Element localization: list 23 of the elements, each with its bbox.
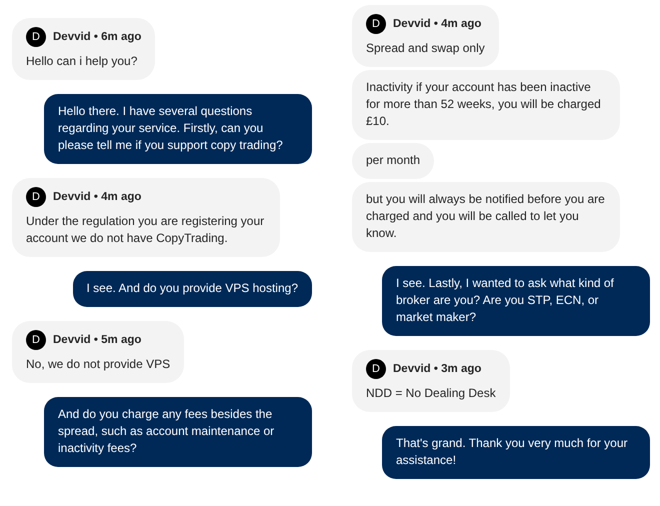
sender-meta: Devvid • 6m ago <box>53 30 142 44</box>
message-text: I see. And do you provide VPS hosting? <box>86 280 298 297</box>
message-text: And do you charge any fees besides the spread, such as account maintenance or inactivity fees? <box>58 406 276 457</box>
message-text: Hello there. I have several questions regarding your service. Firstly, can you please tell me if you support copy trading? <box>58 103 284 154</box>
avatar: D <box>366 359 386 379</box>
message-text: I see. Lastly, I wanted to ask what kind of broker are you? Are you STP, ECN, or market maker? <box>396 275 615 326</box>
message-text: Hello can i help you? <box>26 53 138 70</box>
avatar: D <box>26 187 46 207</box>
message-text: Inactivity if your account has been inactive for more than 52 weeks, you will be charged £10. <box>366 79 602 130</box>
sender-meta: Devvid • 4m ago <box>393 16 482 32</box>
sender-meta: Devvid • 3m ago <box>393 362 482 376</box>
message-text: per month <box>366 152 420 169</box>
sender-meta: Devvid • 5m ago <box>53 332 142 348</box>
avatar: D <box>26 27 46 47</box>
message-text: Spread and swap only <box>366 40 485 57</box>
avatar: D <box>26 330 46 350</box>
message-text: Under the regulation you are registering your account we do not have CopyTrading. <box>26 213 266 247</box>
message-text: but you will always be notified before you are charged and you will be called to let you know. <box>366 191 606 242</box>
message-text: That's grand. Thank you very much for your assistance! <box>396 435 629 469</box>
sender-meta: Devvid • 4m ago <box>53 190 142 204</box>
message-text: NDD = No Dealing Desk <box>366 385 496 402</box>
avatar: D <box>366 14 386 34</box>
message-text: No, we do not provide VPS <box>26 356 170 373</box>
